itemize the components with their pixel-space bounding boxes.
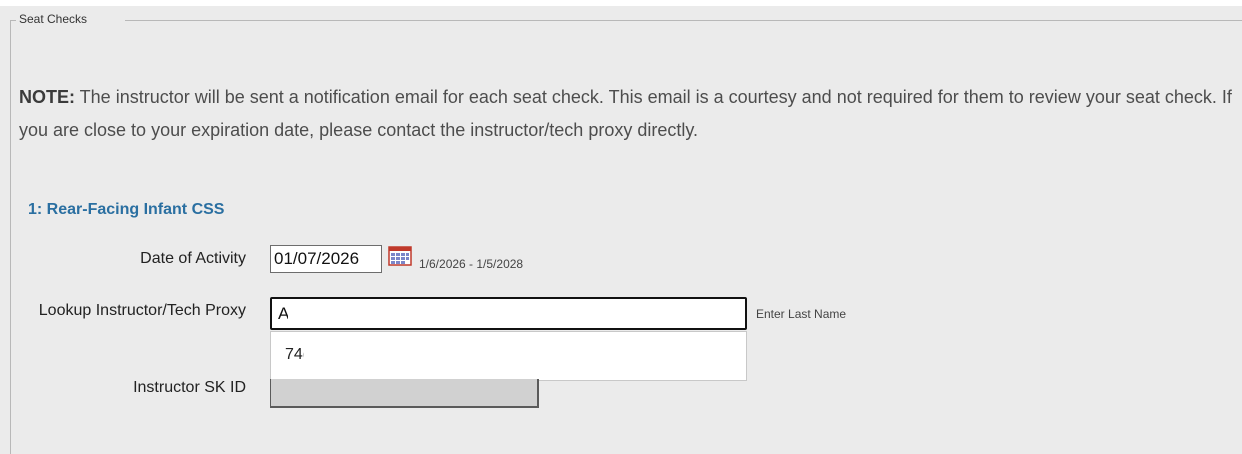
instructor-skid-label: Instructor SK ID bbox=[133, 379, 246, 396]
date-of-activity-input[interactable]: 01/07/2026 bbox=[270, 245, 382, 273]
note-text: The instructor will be sent a notificati… bbox=[19, 87, 1232, 140]
redaction-block bbox=[288, 300, 456, 323]
lookup-hint: Enter Last Name bbox=[756, 307, 847, 321]
seat-checks-page: Seat Checks NOTE: The instructor will be… bbox=[0, 0, 1242, 454]
fieldset-border-left bbox=[10, 20, 11, 454]
fieldset-border-top-right bbox=[125, 20, 1242, 21]
autocomplete-dropdown: 74( bbox=[270, 331, 747, 381]
note-paragraph: NOTE: The instructor will be sent a noti… bbox=[19, 81, 1237, 147]
top-strip bbox=[0, 0, 1242, 6]
note-label: NOTE: bbox=[19, 87, 75, 107]
lookup-instructor-label: Lookup Instructor/Tech Proxy bbox=[38, 302, 246, 319]
date-range-text: 1/6/2026 - 1/5/2028 bbox=[419, 257, 524, 271]
fieldset-legend: Seat Checks bbox=[19, 12, 88, 26]
section-title: 1: Rear-Facing Infant CSS bbox=[28, 201, 225, 218]
instructor-skid-input bbox=[270, 379, 539, 408]
redaction-block bbox=[304, 342, 514, 366]
calendar-icon[interactable] bbox=[388, 246, 412, 266]
date-of-activity-label: Date of Activity bbox=[140, 250, 246, 267]
